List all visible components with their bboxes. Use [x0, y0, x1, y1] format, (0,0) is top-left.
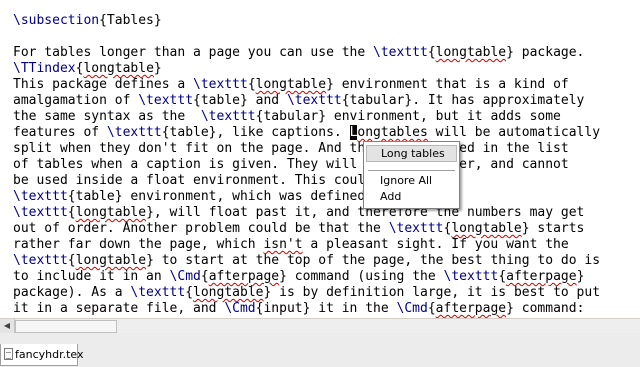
- latex-command: \TTindex: [13, 61, 76, 76]
- text-run: For tables longer than a page you can us…: [13, 45, 374, 60]
- misspelled-word: ongtables: [357, 125, 428, 140]
- text-run: {table}, like captions.: [161, 125, 350, 140]
- text-run: } package.: [506, 45, 585, 60]
- spellcheck-context-menu: Long tables Ignore All Add: [363, 141, 460, 209]
- text-run: } is by definition large, it is best to …: [263, 285, 601, 300]
- arrow-left-icon[interactable]: ◀: [0, 319, 15, 333]
- misspelled-word: longtable: [75, 253, 147, 268]
- editor-line: This package defines a \texttt{longtable…: [13, 77, 569, 93]
- latex-command: \texttt: [388, 221, 444, 236]
- text-run: {table} environment, which was defined: [67, 189, 366, 204]
- latex-command: \texttt: [373, 45, 428, 60]
- latex-command: \texttt: [13, 253, 68, 268]
- text-run: {: [67, 253, 76, 268]
- text-run: package). As a: [13, 285, 131, 300]
- scrollbar-thumb[interactable]: [15, 320, 117, 333]
- text-run: {input} it in the: [255, 301, 397, 316]
- misspelled-word: isn't: [263, 237, 303, 252]
- latex-command: \texttt: [13, 205, 68, 220]
- editor-line: of tables when a caption is given. They …: [13, 157, 569, 173]
- text-run: {: [185, 285, 194, 300]
- editor-line: package). As a \texttt{longtable} is by …: [13, 285, 600, 301]
- tab-label: fancyhdr.tex: [15, 348, 84, 361]
- text-run: {tabular} environment, but it adds some: [255, 109, 561, 124]
- text-run: {: [427, 301, 436, 316]
- misspelled-word: afterpage: [435, 301, 507, 316]
- text-run: of tables when a caption is given. They …: [13, 157, 569, 172]
- text-run: out of order. Another problem could be t…: [13, 221, 389, 236]
- misspelled-word: longtable: [75, 205, 147, 220]
- editor-line: \texttt{longtable} to start at the top o…: [13, 253, 600, 269]
- text-run: {tabular}. It has approximately: [341, 93, 585, 108]
- text-run: }: [153, 61, 162, 76]
- latex-command: \Cmd: [169, 269, 201, 284]
- text-run: }: [576, 269, 585, 284]
- misspelled-word: longtable: [255, 77, 327, 92]
- horizontal-scrollbar[interactable]: ◀: [0, 318, 640, 333]
- latex-command: \texttt: [193, 77, 248, 92]
- text-run: } starts: [521, 221, 585, 236]
- text-run: amalgamation of: [13, 93, 139, 108]
- text-run: } command:: [506, 301, 585, 316]
- latex-command: \texttt: [138, 93, 194, 108]
- text-run: {: [247, 77, 256, 92]
- editor-line: amalgamation of \texttt{table} and \text…: [13, 93, 584, 109]
- misspelled-word: longtable: [435, 45, 507, 60]
- editor-line: split when they don't fit on the page. A…: [13, 141, 569, 157]
- misspelled-word: longtable: [83, 61, 154, 76]
- menu-item-ignore-all[interactable]: Ignore All: [366, 172, 457, 189]
- text-run: the same syntax as the: [13, 109, 201, 124]
- tab-bar: fancyhdr.tex: [0, 333, 640, 367]
- editor-line: \subsection{Tables}: [13, 13, 162, 29]
- editor-line: \texttt{table} environment, which was de…: [13, 189, 365, 205]
- text-run: {table} and: [193, 93, 287, 108]
- latex-command: \Cmd: [396, 301, 428, 316]
- text-run: will be automatically: [427, 125, 601, 140]
- text-run: } environment that is a kind of: [326, 77, 569, 92]
- text-run: to include it in an: [13, 269, 170, 284]
- editor-line: the same syntax as the \texttt{tabular} …: [13, 109, 561, 125]
- editor-line: to include it in an \Cmd{afterpage} comm…: [13, 269, 584, 285]
- menu-item-suggestion[interactable]: Long tables: [366, 145, 457, 162]
- latex-command: \texttt: [106, 125, 162, 140]
- tab-fancyhdr[interactable]: fancyhdr.tex: [0, 344, 84, 366]
- latex-command: \Cmd: [224, 301, 256, 316]
- text-run: {: [427, 45, 436, 60]
- text-run: } to start at the top of the page, the b…: [146, 253, 601, 268]
- text-run: rather far down the page, which: [13, 237, 264, 252]
- editor-line: it in a separate file, and \Cmd{input} i…: [13, 301, 584, 317]
- latex-command: \texttt: [200, 109, 256, 124]
- text-run: } command (using the: [279, 269, 444, 284]
- text-run: features of: [13, 125, 107, 140]
- editor-line: For tables longer than a page you can us…: [13, 45, 584, 61]
- latex-command: \subsection: [13, 13, 100, 28]
- latex-command: \texttt: [286, 93, 342, 108]
- menu-item-add[interactable]: Add: [366, 188, 457, 205]
- text-run: {Tables}: [99, 13, 162, 28]
- latex-command: \texttt: [13, 189, 68, 204]
- misspelled-word: afterpage: [208, 269, 280, 284]
- latex-command: \texttt: [443, 269, 499, 284]
- text-editor[interactable]: \subsection{Tables} For tables longer tha…: [0, 0, 640, 318]
- text-run: split when they don't fit on the page. A…: [13, 141, 569, 156]
- text-run: {: [67, 205, 76, 220]
- document-icon: [4, 348, 13, 360]
- text-run: a pleasant sight. If you want the: [302, 237, 569, 252]
- text-run: {: [200, 269, 209, 284]
- misspelled-word: longtable: [451, 221, 522, 236]
- text-run: it in a separate file, and: [13, 301, 225, 316]
- editor-line: rather far down the page, which isn't a …: [13, 237, 569, 253]
- text-run: {: [498, 269, 507, 284]
- editor-line: out of order. Another problem could be t…: [13, 221, 584, 237]
- editor-line: features of \texttt{table}, like caption…: [13, 125, 600, 141]
- misspelled-word: longtable: [193, 285, 264, 300]
- menu-separator: [368, 170, 455, 171]
- misspelled-word: afterpage: [506, 269, 577, 284]
- text-run: This package defines a: [13, 77, 194, 92]
- editor-line: \texttt{longtable}, will float past it, …: [13, 205, 584, 221]
- editor-line: \TTindex{longtable}: [13, 61, 162, 77]
- latex-command: \texttt: [130, 285, 186, 300]
